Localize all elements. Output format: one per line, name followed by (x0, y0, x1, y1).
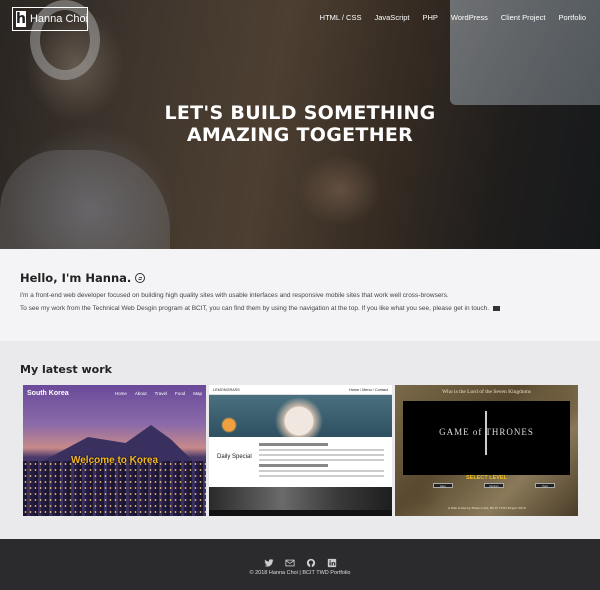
korea-link: Food (174, 390, 186, 396)
social-links (0, 553, 600, 568)
food-footer (209, 510, 392, 516)
got-title: GAME of THRONES (439, 427, 534, 437)
main-nav: HTML / CSS JavaScript PHP WordPress Clie… (320, 13, 586, 22)
korea-lights-decor (23, 461, 206, 516)
nav-html-css[interactable]: HTML / CSS (320, 13, 362, 22)
hero-title: LET'S BUILD SOMETHING AMAZING TOGETHER (0, 102, 600, 146)
food-links: Home / Menu / Contact (348, 387, 388, 392)
got-level-button: Hard (535, 483, 555, 488)
got-level-button: Easy (433, 483, 453, 488)
logo-text: Hanna Choi (29, 13, 89, 25)
github-icon[interactable] (306, 553, 316, 568)
nav-client-project[interactable]: Client Project (501, 13, 546, 22)
nav-javascript[interactable]: JavaScript (374, 13, 409, 22)
got-bottom-text: A Web Game by Hanna Choi, BCIT TWD Proje… (447, 506, 526, 510)
korea-navbar: South Korea Home About Travel Food Map (23, 385, 206, 401)
linkedin-icon[interactable] (327, 553, 337, 568)
korea-welcome: Welcome to Korea (70, 455, 159, 466)
hero-title-line1: LET'S BUILD SOMETHING (164, 102, 436, 124)
work-thumb-food[interactable]: LEMONGRASS Home / Menu / Contact Daily S… (209, 385, 392, 516)
intro-heading: Hello, I'm Hanna. (20, 271, 580, 285)
envelope-icon[interactable] (492, 305, 500, 311)
work-thumb-got[interactable]: Who is the Lord of the Seven Kingdoms GA… (395, 385, 578, 516)
korea-brand: South Korea (27, 389, 69, 397)
work-thumb-korea[interactable]: South Korea Home About Travel Food Map W… (23, 385, 206, 516)
food-navbar: LEMONGRASS Home / Menu / Contact (209, 385, 392, 395)
got-panel: GAME of THRONES SELECT LEVEL Easy Medium… (403, 401, 570, 488)
copyright: © 2018 Hanna Choi | BCIT TWD Portfolio (249, 570, 351, 576)
mail-icon[interactable] (284, 553, 295, 567)
hero-title-line2: AMAZING TOGETHER (186, 124, 414, 146)
intro-paragraph-2: To see my work from the Technical Web De… (20, 304, 580, 313)
work-thumbnails: South Korea Home About Travel Food Map W… (23, 385, 578, 516)
nav-wordpress[interactable]: WordPress (451, 13, 488, 22)
korea-link: Home (114, 390, 127, 396)
food-special-row: Daily Special (209, 437, 392, 487)
got-level-buttons: Easy Medium Hard (433, 483, 555, 488)
work-heading: My latest work (20, 363, 112, 376)
smiley-icon (135, 273, 146, 283)
got-level-button: Medium (484, 483, 504, 488)
food-text-lines (259, 443, 384, 480)
korea-links: Home About Travel Food Map (115, 391, 202, 396)
twitter-icon[interactable] (263, 553, 274, 567)
site-logo[interactable]: h Hanna Choi (12, 7, 88, 31)
intro-section: Hello, I'm Hanna. I'm a front-end web de… (0, 249, 600, 341)
food-special-label: Daily Special (217, 454, 252, 460)
korea-link: About (134, 390, 147, 396)
intro-paragraph-2-text: To see my work from the Technical Web De… (20, 305, 490, 312)
intro-heading-text: Hello, I'm Hanna. (20, 271, 132, 285)
korea-link: Map (193, 390, 202, 396)
intro-paragraph-1: I'm a front-end web developer focused on… (20, 292, 449, 299)
food-photo (209, 395, 392, 437)
hero: h Hanna Choi HTML / CSS JavaScript PHP W… (0, 0, 600, 249)
got-select-level: SELECT LEVEL (466, 475, 507, 481)
nav-portfolio[interactable]: Portfolio (558, 13, 586, 22)
nav-php[interactable]: PHP (422, 13, 437, 22)
logo-mark: h (16, 11, 26, 27)
food-brand: LEMONGRASS (213, 387, 240, 392)
got-top-text: Who is the Lord of the Seven Kingdoms (441, 389, 532, 395)
footer: © 2018 Hanna Choi | BCIT TWD Portfolio (0, 539, 600, 590)
korea-link: Travel (154, 390, 167, 396)
work-section: My latest work South Korea Home About Tr… (0, 341, 600, 539)
